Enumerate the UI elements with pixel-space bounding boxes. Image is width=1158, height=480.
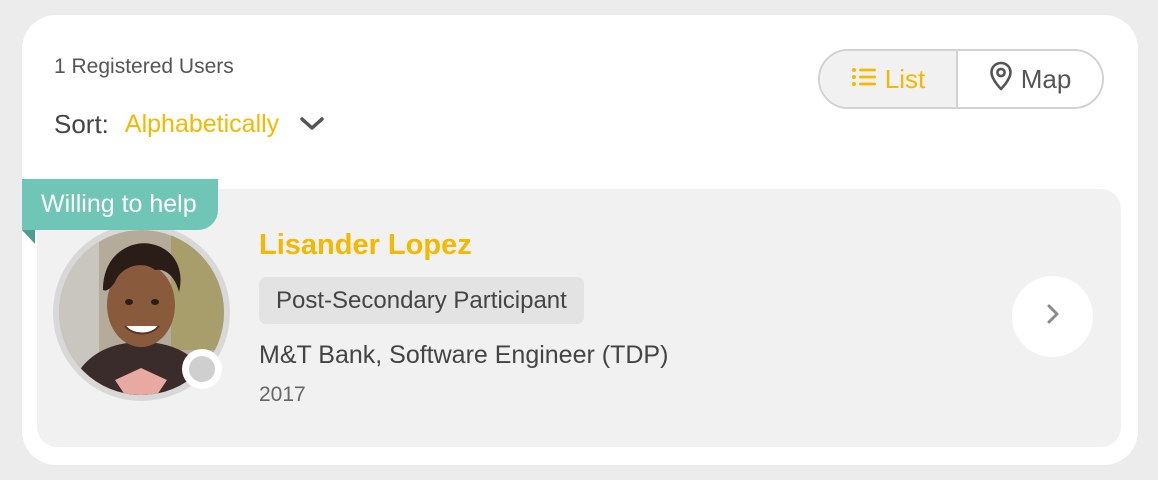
map-pin-icon: [989, 61, 1021, 98]
list-view-button[interactable]: List: [820, 51, 958, 107]
sort-value: Alphabetically: [124, 109, 280, 138]
sort-dropdown[interactable]: Alphabetically: [125, 110, 325, 139]
list-view-label: List: [884, 63, 926, 94]
sort-control: Sort: Alphabetically: [54, 107, 325, 141]
map-view-button[interactable]: Map: [958, 51, 1102, 107]
view-profile-button[interactable]: [1012, 276, 1093, 357]
user-name[interactable]: Lisander Lopez: [259, 229, 472, 262]
graduation-year: 2017: [259, 383, 306, 406]
willing-to-help-tag: Willing to help: [22, 179, 218, 230]
list-icon: [851, 64, 885, 95]
tag-fold: [22, 230, 35, 244]
employer-title: M&T Bank, Software Engineer (TDP): [259, 341, 669, 369]
map-view-label: Map: [1020, 63, 1072, 94]
online-status-indicator: [182, 349, 222, 389]
registered-users-count: 1 Registered Users: [54, 55, 234, 78]
chevron-down-icon: [299, 115, 325, 133]
chevron-right-icon: [1045, 302, 1061, 331]
role-badge: Post-Secondary Participant: [259, 277, 584, 324]
view-toggle: List Map: [818, 49, 1104, 109]
sort-label: Sort:: [54, 108, 109, 139]
users-panel: 1 Registered Users Sort: Alphabetically: [22, 15, 1138, 465]
